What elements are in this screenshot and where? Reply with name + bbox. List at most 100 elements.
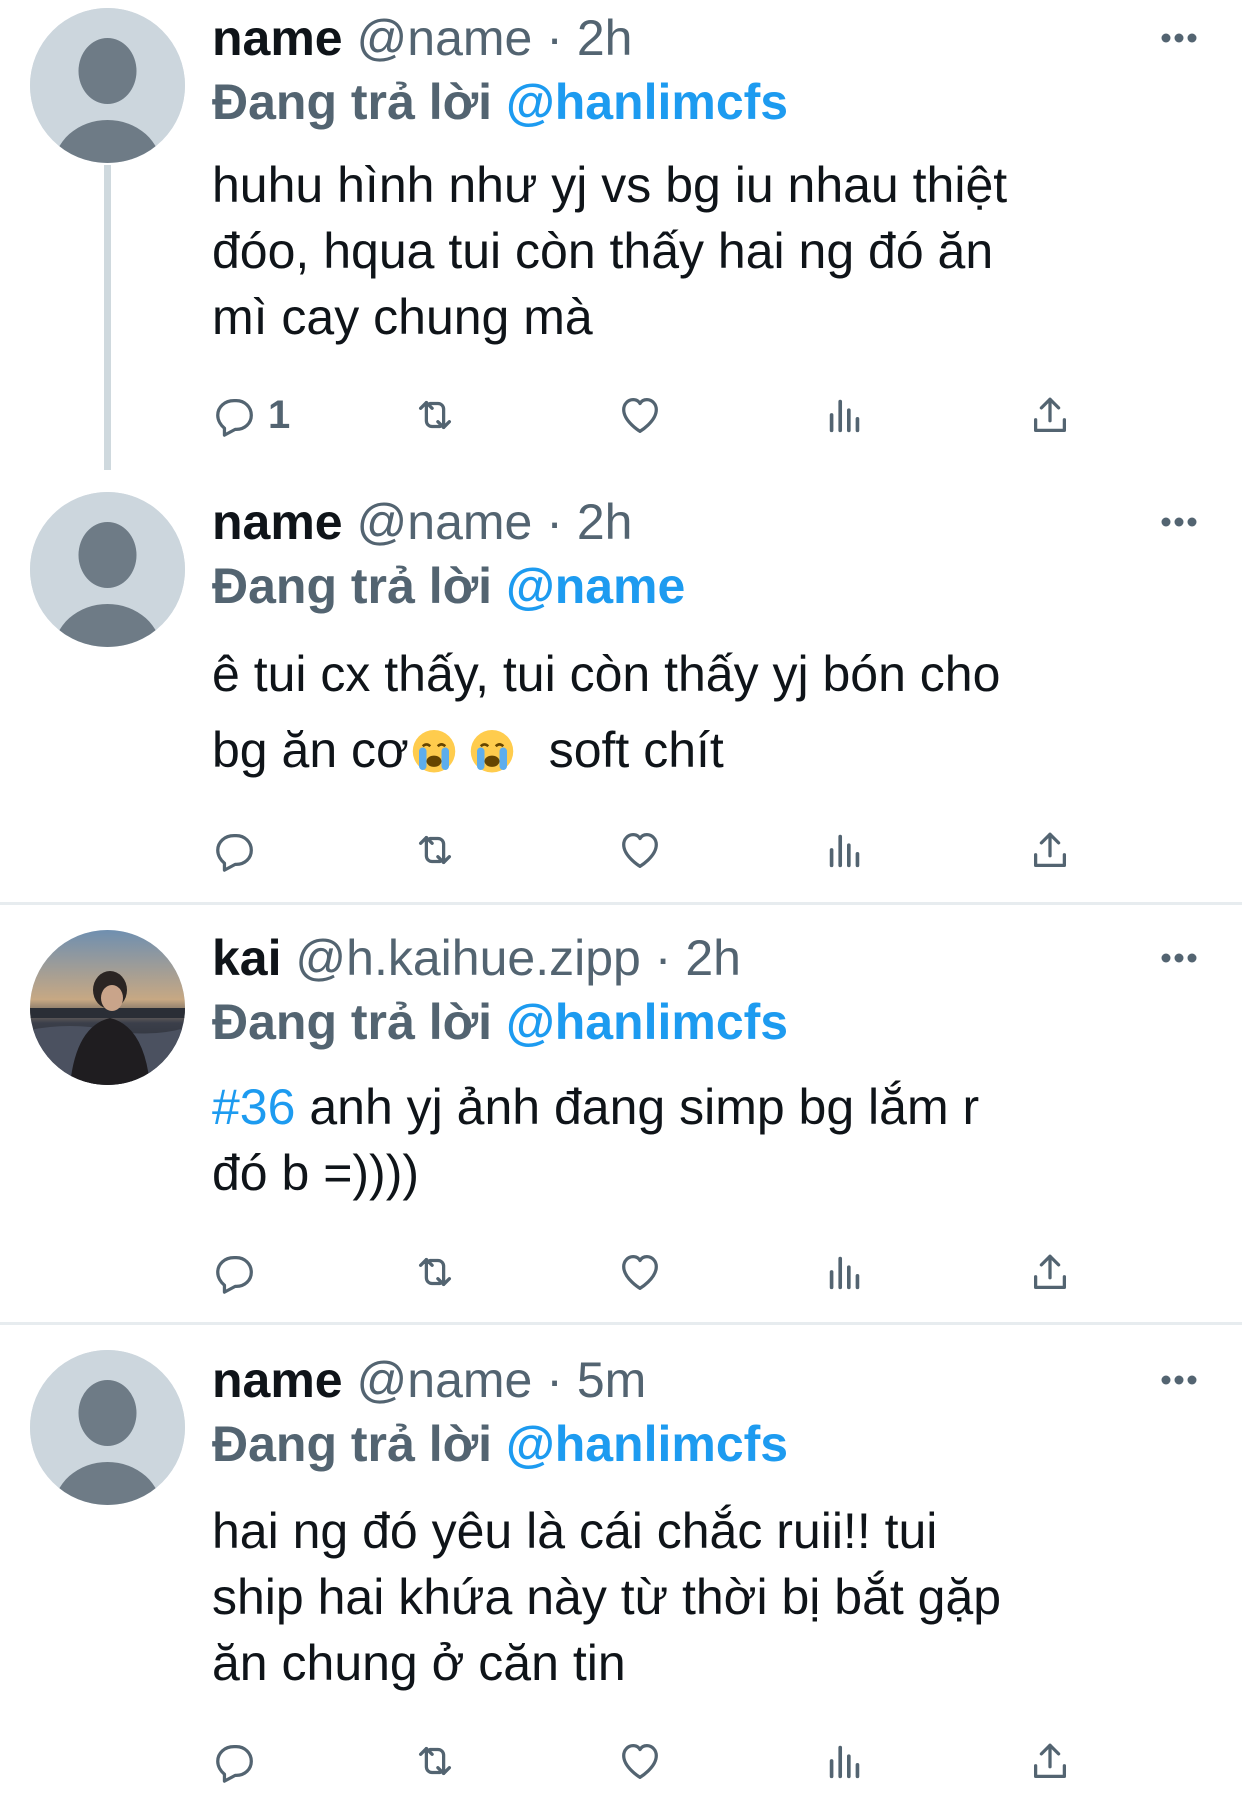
like-button[interactable] — [617, 1736, 663, 1786]
tweet[interactable]: kai @h.kaihue.zipp · 2h Đang trả lời @ha… — [0, 918, 1242, 1318]
tweet-actions — [212, 1736, 1112, 1786]
retweet-button[interactable] — [412, 1736, 458, 1786]
reply-button[interactable] — [212, 1247, 258, 1297]
default-avatar-icon — [30, 1350, 185, 1505]
tweet-actions — [212, 825, 1112, 875]
tweet-divider — [0, 1322, 1242, 1325]
retweet-icon — [418, 1257, 452, 1287]
timestamp[interactable]: 2h — [685, 930, 741, 986]
share-button[interactable] — [1027, 1736, 1073, 1786]
tweet-text-segment: anh yj ảnh đang simp bg lắm r — [309, 1079, 980, 1135]
heart-icon — [622, 398, 658, 433]
reply-button[interactable] — [212, 825, 258, 875]
views-button[interactable] — [822, 1736, 868, 1786]
share-icon — [1033, 1743, 1067, 1778]
avatar[interactable] — [30, 8, 185, 163]
tweet-text-segment: bg ăn cơ — [212, 722, 409, 778]
more-options-icon[interactable] — [1154, 10, 1204, 60]
replying-to-label: Đang trả lời — [212, 558, 493, 614]
tweet-actions — [212, 1247, 1112, 1297]
reply-icon — [216, 398, 253, 437]
analytics-icon — [829, 1256, 860, 1290]
tweet[interactable]: name @name · 2h Đang trả lời @name ê tui… — [0, 480, 1242, 900]
replying-to: Đang trả lời @hanlimcfs — [212, 992, 788, 1052]
crying-face-emoji-icon — [470, 730, 514, 773]
analytics-icon — [829, 399, 860, 433]
retweet-button[interactable] — [412, 390, 458, 440]
handle[interactable]: @h.kaihue.zipp — [295, 930, 640, 986]
tweet-header: name @name · 5m — [212, 1350, 646, 1410]
tweet-text: huhu hình như yj vs bg iu nhau thiệt đóo… — [212, 152, 1212, 350]
replying-to-label: Đang trả lời — [212, 1416, 493, 1472]
tweet-text-line: ship hai khứa này từ thời bị bắt gặp — [212, 1569, 1002, 1625]
avatar[interactable] — [30, 1350, 185, 1505]
replying-to: Đang trả lời @hanlimcfs — [212, 1414, 788, 1474]
mention-link[interactable]: @hanlimcfs — [506, 994, 788, 1050]
more-options-icon[interactable] — [1154, 494, 1204, 544]
display-name[interactable]: name — [212, 10, 343, 66]
heart-icon — [622, 1744, 658, 1779]
tweet[interactable]: name @name · 2h Đang trả lời @hanlimcfs … — [0, 0, 1242, 470]
retweet-button[interactable] — [412, 825, 458, 875]
like-button[interactable] — [617, 825, 663, 875]
timestamp[interactable]: 2h — [577, 10, 633, 66]
tweet-text: ê tui cx thấy, tui còn thấy yj bón cho b… — [212, 636, 1212, 788]
separator: · — [654, 930, 672, 986]
retweet-icon — [418, 400, 452, 430]
share-button[interactable] — [1027, 390, 1073, 440]
tweet-header: name @name · 2h — [212, 8, 632, 68]
timestamp[interactable]: 2h — [577, 494, 633, 550]
timestamp[interactable]: 5m — [577, 1352, 646, 1408]
like-button[interactable] — [617, 390, 663, 440]
tweet[interactable]: name @name · 5m Đang trả lời @hanlimcfs … — [0, 1338, 1242, 1796]
tweet-actions: 1 — [212, 390, 1112, 440]
more-options-icon[interactable] — [1154, 1352, 1204, 1402]
reply-button[interactable] — [212, 1736, 258, 1786]
share-icon — [1033, 397, 1067, 432]
default-avatar-icon — [30, 492, 185, 647]
views-button[interactable] — [822, 390, 868, 440]
views-button[interactable] — [822, 1247, 868, 1297]
tweet-text-line: ê tui cx thấy, tui còn thấy yj bón cho — [212, 646, 1001, 702]
handle[interactable]: @name — [357, 10, 533, 66]
tweet-text: hai ng đó yêu là cái chắc ruii!! tui shi… — [212, 1498, 1212, 1696]
retweet-icon — [418, 1746, 452, 1776]
reply-button[interactable]: 1 — [212, 390, 290, 440]
like-button[interactable] — [617, 1247, 663, 1297]
hashtag-link[interactable]: #36 — [212, 1079, 295, 1135]
replying-to-label: Đang trả lời — [212, 994, 493, 1050]
share-button[interactable] — [1027, 825, 1073, 875]
tweet-header: name @name · 2h — [212, 492, 632, 552]
heart-icon — [622, 1255, 658, 1290]
tweet-text-line: ăn chung ở căn tin — [212, 1635, 626, 1691]
handle[interactable]: @name — [357, 494, 533, 550]
display-name[interactable]: kai — [212, 930, 282, 986]
mention-link[interactable]: @hanlimcfs — [506, 1416, 788, 1472]
tweet-header: kai @h.kaihue.zipp · 2h — [212, 928, 741, 988]
tweet-text-line: hai ng đó yêu là cái chắc ruii!! tui — [212, 1503, 938, 1559]
mention-link[interactable]: @name — [506, 558, 685, 614]
more-options-icon[interactable] — [1154, 930, 1204, 980]
retweet-button[interactable] — [412, 1247, 458, 1297]
separator: · — [546, 494, 563, 550]
views-button[interactable] — [822, 825, 868, 875]
crying-face-emoji-icon — [412, 730, 456, 773]
separator: · — [546, 1352, 563, 1408]
share-icon — [1033, 832, 1067, 867]
display-name[interactable]: name — [212, 494, 343, 550]
photo-avatar-icon — [30, 930, 185, 1085]
replying-to-label: Đang trả lời — [212, 74, 493, 130]
avatar[interactable] — [30, 492, 185, 647]
reply-count: 1 — [268, 392, 291, 437]
avatar[interactable] — [30, 930, 185, 1085]
handle[interactable]: @name — [357, 1352, 533, 1408]
mention-link[interactable]: @hanlimcfs — [506, 74, 788, 130]
replying-to: Đang trả lời @name — [212, 556, 685, 616]
tweet-text-line: #36 anh yj ảnh đang simp bg lắm r — [212, 1074, 1212, 1140]
share-button[interactable] — [1027, 1247, 1073, 1297]
analytics-icon — [829, 834, 860, 868]
thread-line — [104, 165, 111, 470]
tweet-text-segment: soft chít — [548, 722, 724, 778]
display-name[interactable]: name — [212, 1352, 343, 1408]
share-icon — [1033, 1254, 1067, 1289]
